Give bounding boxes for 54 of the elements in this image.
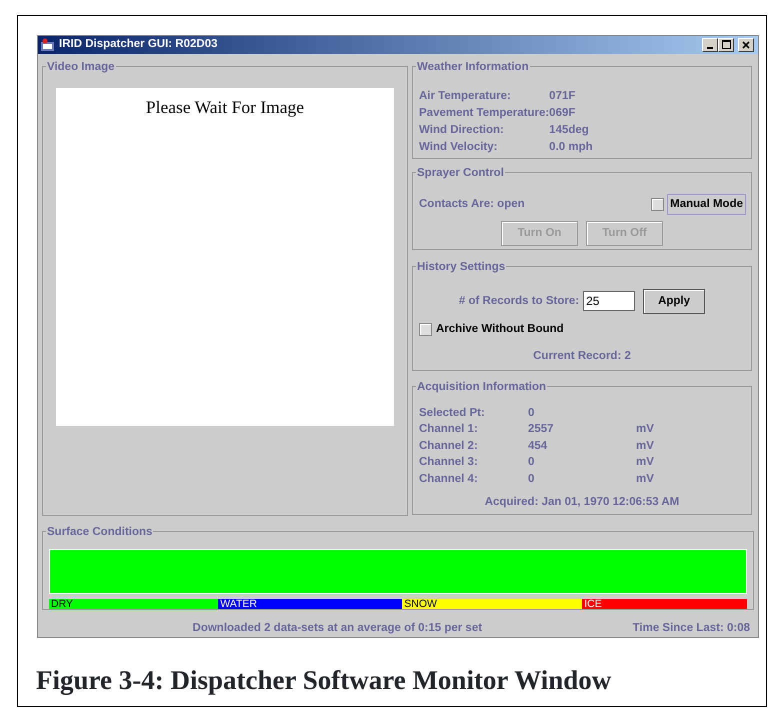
minimize-icon bbox=[707, 46, 713, 49]
close-icon bbox=[742, 40, 750, 49]
legend-item: SNOW bbox=[402, 598, 582, 609]
checkbox[interactable] bbox=[651, 198, 664, 211]
field-label: Pavement Temperature: bbox=[419, 106, 550, 121]
time-since-last: Time Since Last: 0:08 bbox=[632, 620, 750, 636]
unit-label: mV bbox=[636, 455, 655, 470]
field-value: 0 bbox=[528, 455, 536, 470]
current-record: Current Record: 2 bbox=[533, 350, 631, 362]
maximize-icon bbox=[722, 40, 730, 50]
minimize-button[interactable] bbox=[702, 38, 718, 52]
field-value: 071F bbox=[549, 88, 576, 104]
field-value: 0.0 mph bbox=[549, 140, 594, 155]
field-label: Wind Direction: bbox=[419, 122, 505, 138]
field-value: 454 bbox=[528, 438, 548, 454]
records-field[interactable]: 25 bbox=[583, 291, 636, 312]
field-label: Channel 1: bbox=[419, 422, 479, 438]
field-label: Channel 4: bbox=[419, 472, 479, 487]
field-label: Channel 3: bbox=[419, 455, 479, 470]
panel-title: Acquisition Information bbox=[416, 380, 548, 394]
unit-label: mV bbox=[636, 472, 655, 487]
unit-label: mV bbox=[636, 438, 655, 454]
close-button[interactable] bbox=[738, 38, 754, 52]
legend-item: WATER bbox=[218, 598, 402, 609]
figure-caption: Figure 3-4: Dispatcher Software Monitor Window bbox=[36, 664, 612, 697]
panel-title: Video Image bbox=[46, 60, 116, 74]
records-label: # of Records to Store: bbox=[458, 294, 580, 309]
field-label: Air Temperature: bbox=[419, 88, 512, 104]
legend-item: ICE bbox=[582, 598, 747, 609]
panel-title: History Settings bbox=[416, 260, 506, 274]
wait-message: Please Wait For Image bbox=[146, 96, 304, 116]
checkbox-label: Archive Without Bound bbox=[436, 322, 564, 337]
checkbox-label: Manual Mode bbox=[668, 194, 745, 214]
app-icon bbox=[40, 38, 55, 52]
panel-title: Weather Information bbox=[416, 60, 530, 74]
maximize-button[interactable] bbox=[718, 38, 734, 52]
contacts-status: Contacts Are: open bbox=[419, 196, 525, 212]
acquired-timestamp: Acquired: Jan 01, 1970 12:06:53 AM bbox=[484, 496, 680, 508]
panel-title: Sprayer Control bbox=[416, 166, 505, 180]
field-label: Wind Velocity: bbox=[419, 140, 498, 155]
field-value: 2557 bbox=[528, 422, 555, 438]
unit-label: mV bbox=[636, 422, 655, 438]
apply-button[interactable]: Apply bbox=[643, 288, 706, 314]
field-value: 0 bbox=[528, 406, 536, 421]
field-label: Selected Pt: bbox=[419, 406, 486, 421]
legend-item: DRY bbox=[49, 598, 218, 609]
status-message: Downloaded 2 data-sets at an average of 0:15 per set bbox=[192, 622, 482, 634]
field-label: Channel 2: bbox=[419, 438, 479, 454]
field-value: 145deg bbox=[549, 122, 590, 138]
field-value: 0 bbox=[528, 472, 536, 487]
panel-title: Surface Conditions bbox=[46, 524, 154, 539]
window-title: IRID Dispatcher GUI: R02D03 bbox=[59, 37, 218, 52]
checkbox[interactable] bbox=[419, 323, 432, 336]
field-value: 069F bbox=[549, 106, 576, 121]
